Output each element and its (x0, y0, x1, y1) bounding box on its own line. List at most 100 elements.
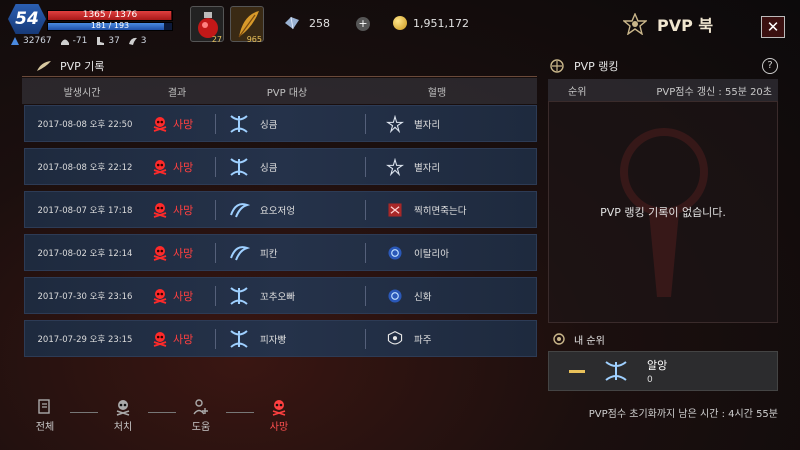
pvp-score-reset-timer: PVP점수 초기화까지 남은 시간 : 4시간 55분 (588, 409, 778, 420)
row-time: 2017-08-08 오후 22:12 (37, 162, 133, 173)
table-row[interactable]: 2017-08-02 오후 12:14 사망 피칸 이탈리아 (24, 234, 537, 271)
my-rank-emblem-icon (553, 333, 565, 345)
row-guild: 별자리 (365, 113, 515, 134)
tab-all-label: 전체 (35, 422, 55, 433)
gold-coin-icon (393, 16, 407, 30)
tab-divider (148, 412, 176, 413)
row-target-name: 피칸 (260, 248, 278, 260)
row-target: 피칸 (215, 242, 365, 263)
tab-divider (226, 412, 254, 413)
row-time: 2017-07-29 오후 23:15 (37, 334, 133, 345)
table-row[interactable]: 2017-07-29 오후 23:15 사망 피자빵 파주 (24, 320, 537, 357)
skull-crossbones-icon (153, 159, 167, 175)
assist-icon (193, 399, 208, 415)
column-header-time: 발생시간 (63, 87, 101, 99)
pvp-ranking-header: PVP 랭킹 ? (548, 55, 778, 77)
close-button[interactable]: ✕ (761, 16, 785, 38)
ranking-list: PVP 랭킹 기록이 없습니다. (548, 101, 778, 323)
pvp-log-panel: PVP 기록 발생시간 결과 PVP 대상 혈맹 (22, 55, 537, 104)
feather-slot[interactable]: 965 (230, 6, 264, 44)
pvp-log-header: PVP 기록 (22, 55, 537, 77)
skull-crossbones-icon (153, 116, 167, 132)
tab-assist[interactable]: 도움 (176, 398, 226, 433)
my-rank-title: 내 순위 (574, 335, 605, 347)
all-icon (38, 399, 50, 414)
my-character-name: 알앙 (647, 359, 668, 372)
pvp-ranking-title-group: PVP 랭킹 (548, 58, 619, 74)
row-guild-name: 이탈리아 (414, 248, 449, 260)
row-guild: 찍히면죽는다 (365, 199, 515, 220)
tab-all[interactable]: 전체 (20, 398, 70, 433)
my-pvp-score: 0 (647, 375, 653, 385)
stat-value: -71 (72, 36, 88, 46)
row-result: 사망 (145, 331, 215, 347)
row-guild-name: 파주 (414, 334, 432, 346)
potion-count: 27 (211, 35, 222, 44)
quill-icon (37, 60, 51, 71)
my-rank-entry: 알앙 0 (548, 351, 778, 391)
skull-crossbones-icon (116, 400, 130, 416)
help-button[interactable]: ? (762, 58, 778, 74)
stat-value: 3 (140, 36, 147, 46)
pvp-log-column-headers: 발생시간 결과 PVP 대상 혈맹 (22, 78, 537, 104)
skull-crossbones-icon (153, 245, 167, 261)
bow-class-icon (230, 157, 248, 176)
row-result-label: 사망 (173, 246, 194, 260)
row-time: 2017-08-08 오후 22:50 (37, 119, 133, 130)
column-header-guild: 혈맹 (427, 87, 447, 99)
bow-class-icon (605, 361, 627, 381)
crystal-amount: 258 (309, 16, 330, 30)
star-guild-icon (386, 157, 404, 176)
row-time: 2017-08-02 오후 12:14 (37, 248, 133, 259)
stat-boot: 37 (95, 36, 120, 46)
stat-wing: 3 (128, 36, 147, 46)
feather-count: 965 (246, 35, 262, 44)
tab-kill[interactable]: 처치 (98, 398, 148, 433)
row-result-label: 사망 (173, 289, 194, 303)
star-guild-icon (386, 114, 404, 133)
table-row[interactable]: 2017-08-07 오후 17:18 사망 요오저엉 찍히면죽는다 (24, 191, 537, 228)
pvp-book-emblem-icon (623, 13, 647, 35)
boot-icon (97, 37, 105, 45)
stat-value: 32767 (23, 36, 52, 46)
red-guild-icon (388, 202, 402, 217)
row-target-name: 피자빵 (260, 334, 287, 346)
helmet-icon (60, 39, 69, 45)
level-value: 54 (15, 9, 39, 29)
stat-value: 37 (108, 36, 120, 46)
row-time: 2017-07-30 오후 23:16 (37, 291, 133, 302)
row-target-name: 요오저엉 (260, 205, 295, 217)
row-guild-name: 신화 (414, 291, 432, 303)
table-row[interactable]: 2017-08-08 오후 22:50 사망 싱큼 별자리 (24, 105, 537, 142)
bow-class-icon (230, 114, 248, 133)
table-row[interactable]: 2017-08-08 오후 22:12 사망 싱큼 별자리 (24, 148, 537, 185)
my-rank-header: 내 순위 (548, 327, 778, 351)
row-target: 싱큼 (215, 156, 365, 177)
combat-power-icon (11, 37, 19, 45)
row-result-label: 사망 (173, 117, 194, 131)
skull-crossbones-icon (272, 400, 286, 416)
stat-helmet: -71 (60, 36, 88, 46)
row-result: 사망 (145, 116, 215, 132)
tab-kill-label: 처치 (113, 422, 133, 433)
window-title-area: PVP 북 (623, 12, 713, 36)
level-badge: 54 (8, 4, 46, 34)
ranking-column-headers: 순위 PVP점수 갱신 : 55분 20초 (548, 79, 778, 101)
row-guild: 별자리 (365, 156, 515, 177)
add-currency-button[interactable]: + (356, 17, 370, 31)
tab-death[interactable]: 사망 (254, 398, 304, 433)
potion-slot[interactable]: 27 (190, 6, 224, 44)
wind-class-icon (230, 202, 250, 217)
row-guild: 파주 (365, 328, 515, 349)
row-result-label: 사망 (173, 160, 194, 174)
my-rank-empty-dash (569, 369, 585, 373)
row-guild-name: 별자리 (414, 162, 441, 174)
tab-death-label: 사망 (269, 422, 289, 433)
filter-tabs: 전체 처치 도움 사망 (20, 398, 304, 433)
table-row[interactable]: 2017-07-30 오후 23:16 사망 꼬추오빠 신화 (24, 277, 537, 314)
blue-guild-icon (388, 245, 402, 260)
row-target-name: 싱큼 (260, 162, 278, 174)
pvp-ranking-panel: PVP 랭킹 ? 순위 PVP점수 갱신 : 55분 20초 PVP 랭킹 기록… (548, 55, 778, 391)
top-status-bar: 54 1365 / 1376 181 / 193 32767 -71 37 3 (0, 0, 800, 52)
skull-crossbones-icon (153, 202, 167, 218)
